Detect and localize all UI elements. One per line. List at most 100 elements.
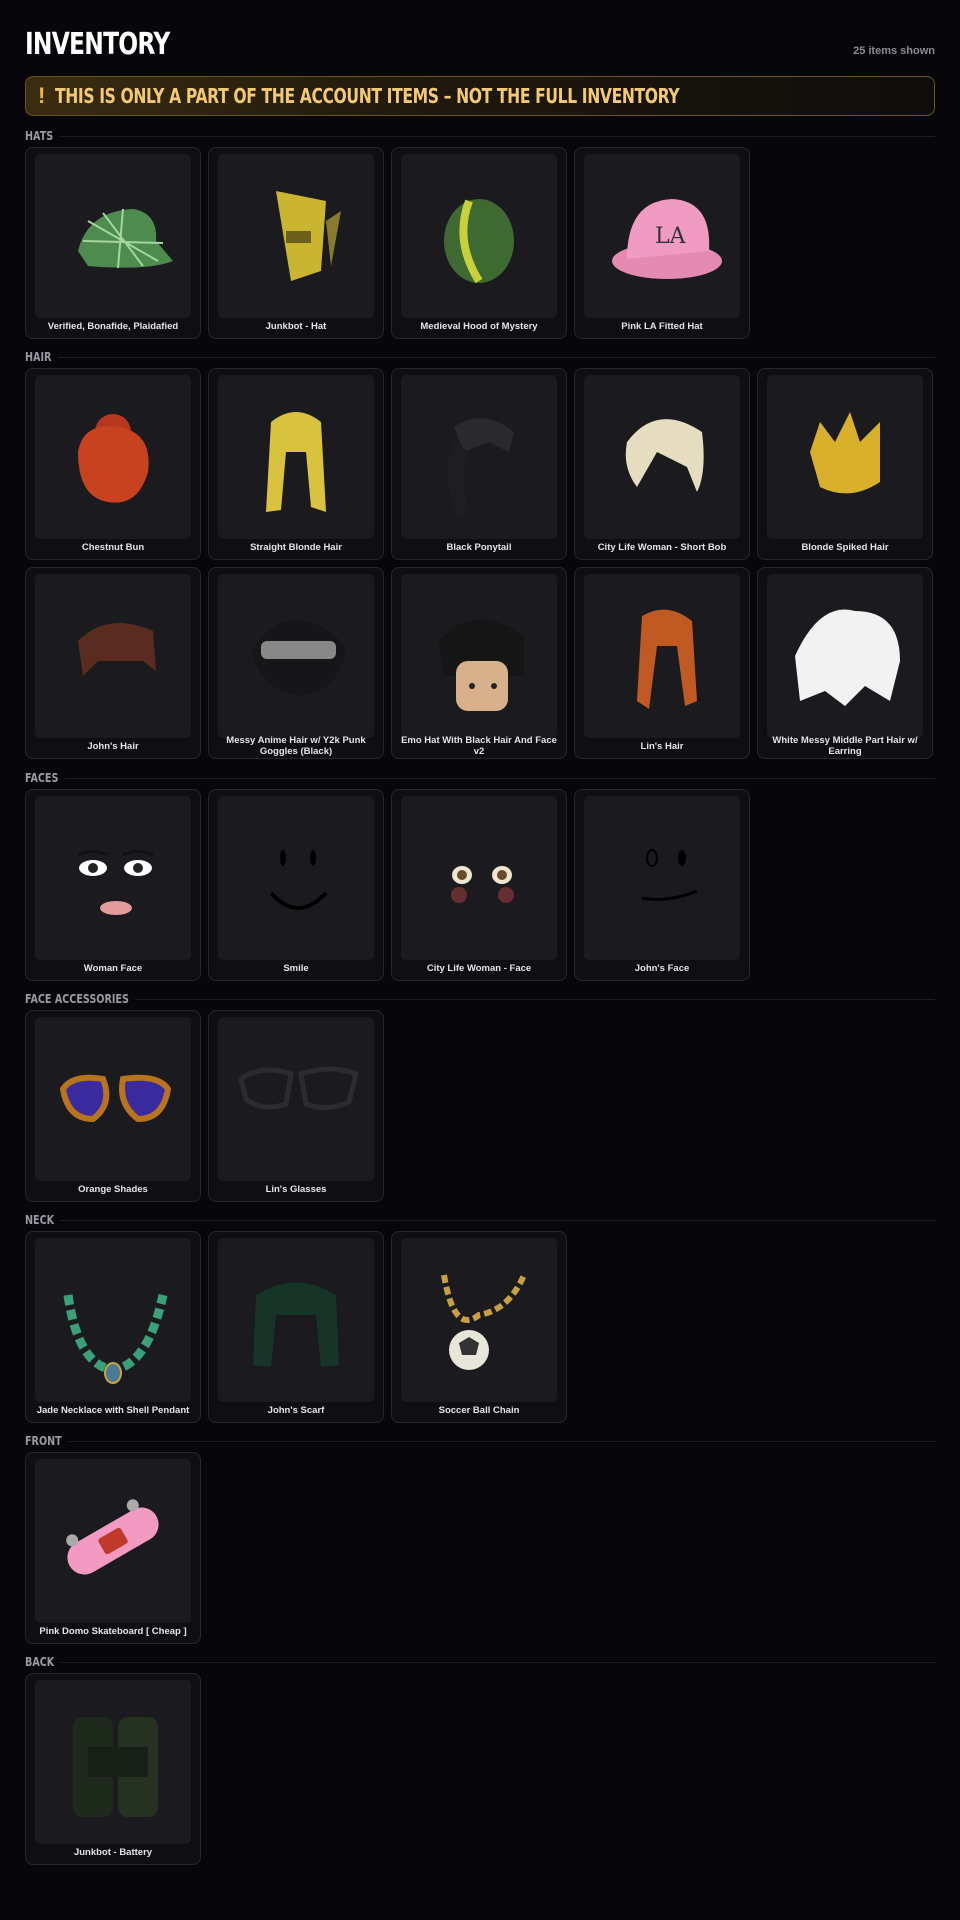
item-thumbnail	[401, 154, 557, 318]
hair-ponytail-icon	[447, 418, 514, 517]
item-card[interactable]: Medieval Hood of Mystery	[391, 147, 567, 339]
item-card[interactable]: Soccer Ball Chain	[391, 1231, 567, 1423]
item-grid: Junkbot - Battery	[25, 1673, 935, 1865]
item-name: Soccer Ball Chain	[438, 1405, 520, 1416]
item-name: Straight Blonde Hair	[250, 542, 342, 553]
skateboard-icon	[66, 1499, 159, 1575]
item-card[interactable]: Lin's Glasses	[208, 1010, 384, 1202]
item-card[interactable]: Junkbot - Hat	[208, 147, 384, 339]
hair-spiked-icon	[810, 412, 880, 494]
item-grid: Pink Domo Skateboard [ Cheap ]	[25, 1452, 935, 1644]
item-name: Jade Necklace with Shell Pendant	[36, 1405, 190, 1416]
item-card[interactable]: Orange Shades	[25, 1010, 201, 1202]
section-neck: NECK Jade Necklace with Shell Pendant Joh…	[25, 1210, 935, 1423]
item-thumbnail	[218, 375, 374, 539]
item-name: John's Face	[634, 963, 690, 974]
plaid-cap-icon	[78, 208, 173, 269]
face-john-icon	[641, 849, 698, 901]
item-name: Verified, Bonafide, Plaidafied	[47, 321, 179, 332]
pink-cap-icon: LA	[612, 199, 722, 279]
items-count: 25 items shown	[853, 45, 935, 57]
warning-icon: !	[38, 83, 46, 108]
item-grid: Woman Face Smile City Life Woman - Face Joh…	[25, 789, 935, 981]
page-title: INVENTORY	[25, 27, 170, 62]
item-card[interactable]: Jade Necklace with Shell Pendant	[25, 1231, 201, 1423]
item-name: City Life Woman - Face	[426, 963, 532, 974]
item-thumbnail	[401, 375, 557, 539]
item-name: White Messy Middle Part Hair w/ Earring	[772, 735, 918, 757]
item-card[interactable]: Verified, Bonafide, Plaidafied	[25, 147, 201, 339]
item-thumbnail	[35, 1017, 191, 1181]
section-back: BACK Junkbot - Battery	[25, 1652, 935, 1865]
item-thumbnail	[401, 1238, 557, 1402]
item-name: Chestnut Bun	[81, 542, 145, 553]
hair-goggles-icon	[251, 619, 346, 696]
section-title: FRONT	[25, 1434, 69, 1448]
item-card[interactable]: White Messy Middle Part Hair w/ Earring	[757, 567, 933, 759]
item-thumbnail	[401, 574, 557, 738]
face-smile-icon	[269, 850, 328, 910]
svg-text:LA: LA	[655, 224, 687, 249]
section-title: FACES	[25, 771, 65, 785]
item-card[interactable]: Pink Domo Skateboard [ Cheap ]	[25, 1452, 201, 1644]
item-thumbnail	[401, 796, 557, 960]
hair-long-icon	[637, 609, 697, 709]
item-card[interactable]: Black Ponytail	[391, 368, 567, 560]
item-card[interactable]: John's Scarf	[208, 1231, 384, 1423]
junkbot-hat-icon	[276, 191, 341, 281]
item-card[interactable]: City Life Woman - Short Bob	[574, 368, 750, 560]
item-thumbnail	[218, 1017, 374, 1181]
item-name: Medieval Hood of Mystery	[420, 321, 538, 332]
item-thumbnail	[218, 1238, 374, 1402]
section-title: NECK	[25, 1213, 61, 1227]
item-thumbnail	[767, 375, 923, 539]
warning-text: THIS IS ONLY A PART OF THE ACCOUNT ITEMS…	[55, 84, 680, 108]
face-woman-icon	[77, 850, 154, 915]
item-card[interactable]: Lin's Hair	[574, 567, 750, 759]
hair-bun-icon	[78, 414, 149, 503]
item-thumbnail	[35, 375, 191, 539]
item-card[interactable]: Messy Anime Hair w/ Y2k Punk Goggles (Bl…	[208, 567, 384, 759]
item-thumbnail	[35, 1459, 191, 1623]
item-card[interactable]: Chestnut Bun	[25, 368, 201, 560]
face-city-icon	[451, 866, 514, 903]
item-card[interactable]: LA Pink LA Fitted Hat	[574, 147, 750, 339]
item-name: John's Hair	[87, 741, 139, 752]
necklace-icon	[63, 1294, 168, 1384]
item-name: Lin's Glasses	[265, 1184, 327, 1195]
hair-bob-icon	[625, 419, 704, 492]
item-card[interactable]: Junkbot - Battery	[25, 1673, 201, 1865]
hair-straight-icon	[266, 412, 326, 512]
section-hair: HAIR Chestnut Bun Straight Blonde Hair Bla…	[25, 347, 935, 759]
section-title: FACE ACCESSORIES	[25, 992, 136, 1006]
hair-short-icon	[78, 623, 156, 676]
item-thumbnail	[767, 574, 923, 738]
item-thumbnail	[584, 375, 740, 539]
item-thumbnail	[218, 154, 374, 318]
chain-icon	[441, 1273, 527, 1370]
item-card[interactable]: John's Face	[574, 789, 750, 981]
hood-icon	[444, 199, 514, 284]
section-front: FRONT Pink Domo Skateboard [ Cheap ]	[25, 1431, 935, 1644]
item-card[interactable]: Blonde Spiked Hair	[757, 368, 933, 560]
section-hats: HATS Verified, Bonafide, Plaidafied Junkb…	[25, 126, 935, 339]
item-card[interactable]: Straight Blonde Hair	[208, 368, 384, 560]
item-card[interactable]: Woman Face	[25, 789, 201, 981]
section-title: HAIR	[25, 350, 58, 364]
item-thumbnail: LA	[584, 154, 740, 318]
item-card[interactable]: Smile	[208, 789, 384, 981]
item-grid: Verified, Bonafide, Plaidafied Junkbot - …	[25, 147, 935, 339]
item-card[interactable]: City Life Woman - Face	[391, 789, 567, 981]
item-name: Emo Hat With Black Hair And Face v2	[401, 735, 557, 757]
item-name: Pink LA Fitted Hat	[621, 321, 703, 332]
inventory-page: INVENTORY 25 items shown ! THIS IS ONLY …	[25, 0, 935, 116]
item-thumbnail	[584, 574, 740, 738]
item-card[interactable]: Emo Hat With Black Hair And Face v2	[391, 567, 567, 759]
item-name: Orange Shades	[78, 1184, 148, 1195]
item-name: Junkbot - Battery	[73, 1847, 153, 1858]
item-name: Junkbot - Hat	[265, 321, 327, 332]
item-thumbnail	[218, 574, 374, 738]
glasses-icon	[238, 1066, 359, 1110]
item-thumbnail	[35, 154, 191, 318]
item-card[interactable]: John's Hair	[25, 567, 201, 759]
